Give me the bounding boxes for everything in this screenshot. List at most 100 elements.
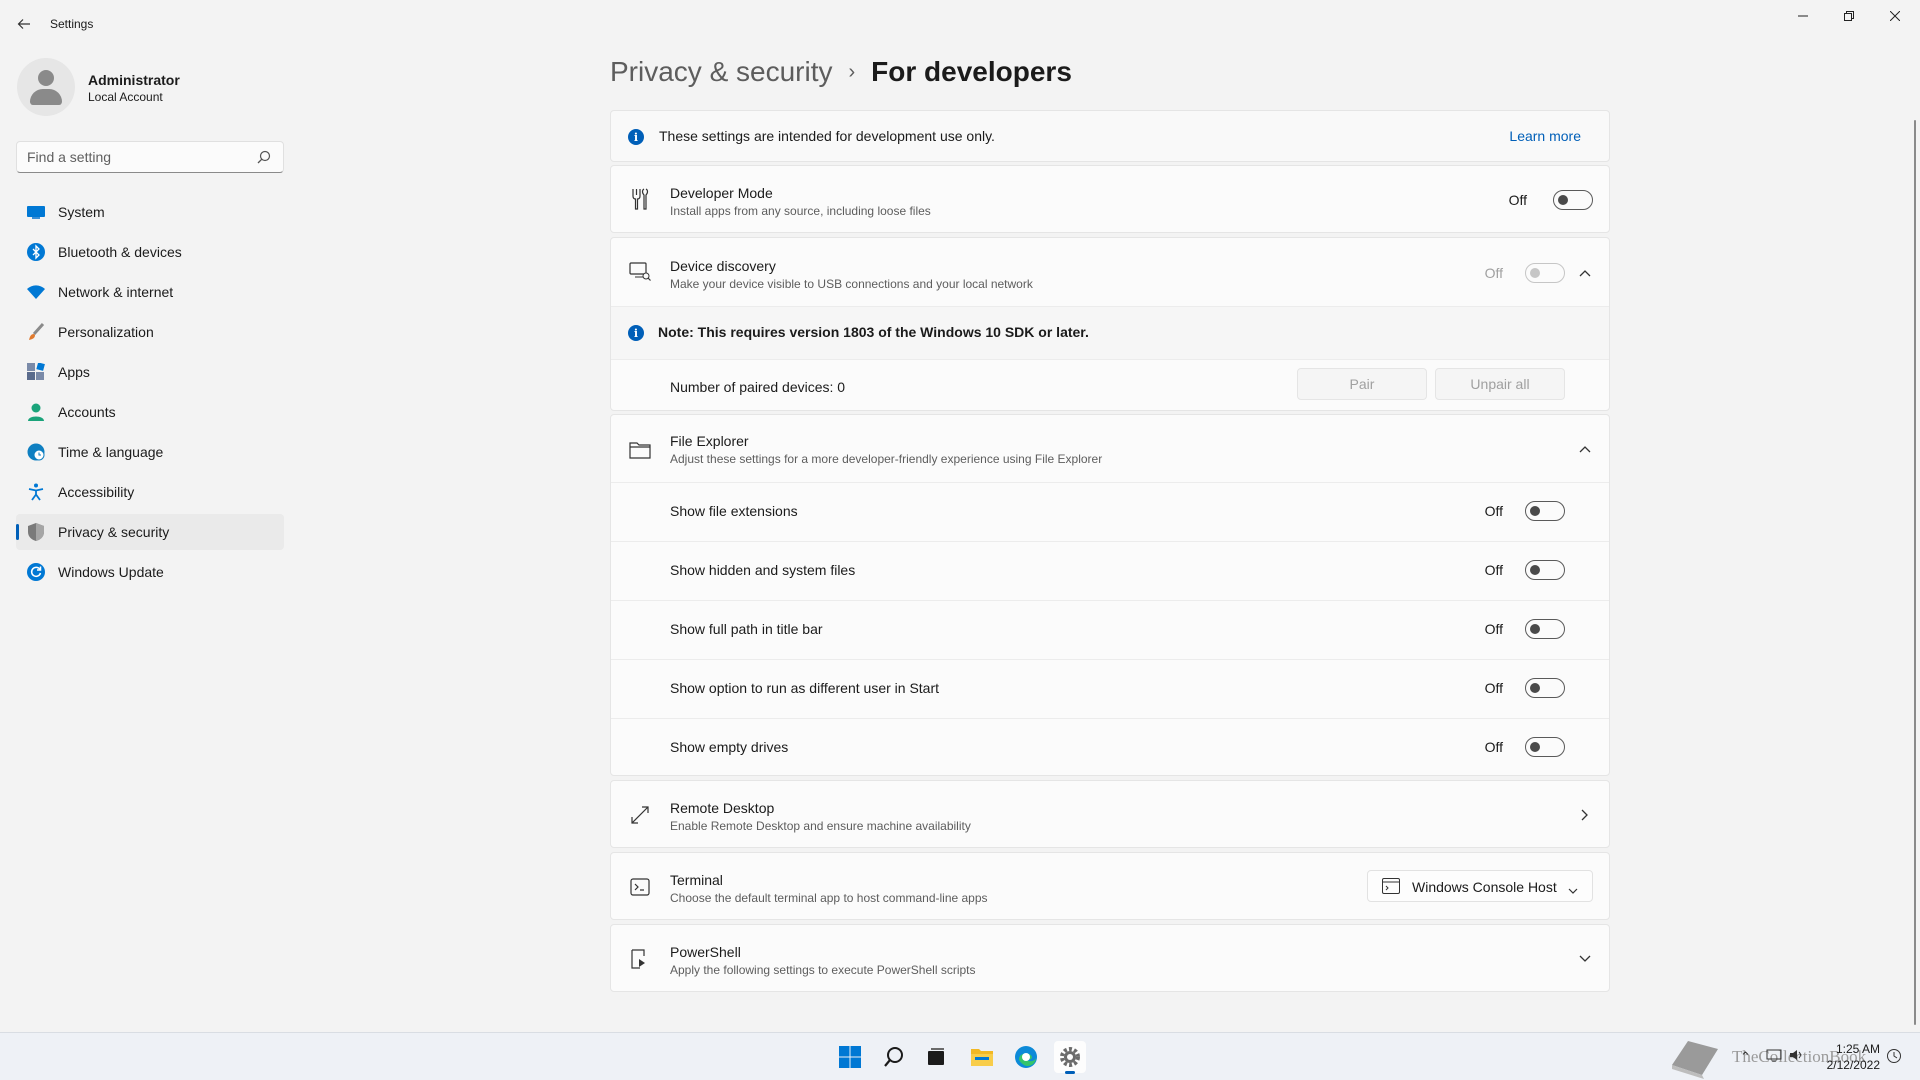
sidebar-item-label: Network & internet: [58, 284, 174, 300]
file-explorer-taskbar-button[interactable]: [966, 1041, 998, 1073]
file-explorer-option-row: Show option to run as different user in …: [611, 660, 1609, 718]
app-title: Settings: [50, 17, 94, 31]
minimize-icon: [1798, 15, 1808, 17]
device-discovery-card: Device discovery Make your device visibl…: [610, 237, 1610, 411]
chevron-up-icon[interactable]: [1577, 441, 1593, 457]
task-view-icon: [928, 1048, 944, 1065]
show-hidden-files-label: Show hidden and system files: [670, 562, 856, 578]
page-title: For developers: [871, 56, 1072, 87]
close-button[interactable]: [1872, 0, 1918, 32]
title-bar: Settings: [0, 0, 1920, 48]
sidebar-item-label: Privacy & security: [58, 524, 170, 540]
restore-button[interactable]: [1826, 0, 1872, 32]
file-explorer-subtitle: Adjust these settings for a more develop…: [670, 452, 1103, 466]
accessibility-icon: [27, 483, 45, 501]
sidebar-item-accounts[interactable]: Accounts: [16, 394, 284, 430]
scrollbar[interactable]: [1914, 120, 1916, 1025]
terminal-icon: [629, 876, 651, 898]
sidebar-item-network[interactable]: Network & internet: [16, 274, 284, 310]
breadcrumb-parent[interactable]: Privacy & security: [610, 56, 833, 88]
powershell-icon: [629, 948, 651, 970]
device-discovery-icon: [629, 261, 651, 283]
pair-button[interactable]: Pair: [1297, 368, 1427, 400]
folder-icon: [971, 1049, 993, 1066]
sidebar-item-label: Accounts: [58, 404, 116, 420]
search-input[interactable]: [17, 142, 247, 172]
edge-button[interactable]: [1010, 1041, 1042, 1073]
apps-icon: [27, 363, 45, 381]
system-clock[interactable]: 1:25 AM 2/12/2022: [1827, 1041, 1880, 1073]
start-button[interactable]: [834, 1041, 866, 1073]
user-profile[interactable]: Administrator Local Account: [17, 58, 277, 116]
sidebar-item-label: Apps: [58, 364, 90, 380]
developer-mode-title: Developer Mode: [670, 185, 773, 201]
shield-icon: [27, 523, 45, 541]
developer-tools-icon: [629, 188, 651, 210]
network-icon[interactable]: [1766, 1047, 1782, 1066]
device-discovery-state: Off: [1484, 265, 1503, 281]
chevron-down-icon: [1568, 882, 1578, 898]
show-hidden-files-toggle[interactable]: [1525, 560, 1565, 580]
restore-icon: [1844, 11, 1854, 21]
taskbar-search-button[interactable]: [878, 1041, 910, 1073]
clock-date: 2/12/2022: [1826, 1058, 1880, 1072]
sidebar-item-bluetooth[interactable]: Bluetooth & devices: [16, 234, 284, 270]
run-as-different-user-state: Off: [1484, 680, 1503, 696]
back-button[interactable]: [12, 12, 36, 36]
file-explorer-option-row: Show full path in title bar Off: [611, 601, 1609, 659]
task-view-button[interactable]: [920, 1041, 952, 1073]
file-explorer-option-row: Show empty drives Off: [611, 719, 1609, 776]
powershell-card[interactable]: PowerShell Apply the following settings …: [610, 924, 1610, 992]
windows-logo-icon: [839, 1046, 861, 1068]
show-full-path-label: Show full path in title bar: [670, 621, 823, 637]
settings-taskbar-button[interactable]: [1054, 1041, 1086, 1074]
paired-devices-count: Number of paired devices: 0: [670, 379, 846, 395]
device-discovery-toggle[interactable]: [1525, 263, 1565, 283]
console-window-icon: [1382, 878, 1400, 897]
show-file-extensions-state: Off: [1484, 503, 1503, 519]
chevron-down-icon[interactable]: [1577, 951, 1593, 967]
sidebar-item-time-language[interactable]: Time & language: [16, 434, 284, 470]
close-icon: [1890, 11, 1900, 21]
wifi-icon: [27, 283, 45, 301]
chevron-up-icon[interactable]: [1577, 265, 1593, 281]
sidebar-item-accessibility[interactable]: Accessibility: [16, 474, 284, 510]
sidebar-item-privacy-security[interactable]: Privacy & security: [16, 514, 284, 550]
profile-name: Administrator: [88, 72, 180, 88]
file-explorer-option-row: Show hidden and system files Off: [611, 542, 1609, 600]
sidebar-item-personalization[interactable]: Personalization: [16, 314, 284, 350]
chevron-right-icon[interactable]: [1577, 807, 1593, 823]
terminal-dropdown[interactable]: Windows Console Host: [1367, 870, 1593, 902]
show-hidden-files-state: Off: [1484, 562, 1503, 578]
show-hidden-icons-icon[interactable]: ⌃: [1740, 1049, 1751, 1065]
sidebar-item-apps[interactable]: Apps: [16, 354, 284, 390]
remote-desktop-card[interactable]: Remote Desktop Enable Remote Desktop and…: [610, 780, 1610, 848]
learn-more-link[interactable]: Learn more: [1509, 128, 1581, 144]
volume-icon[interactable]: [1788, 1047, 1804, 1066]
file-explorer-title: File Explorer: [670, 433, 749, 449]
show-full-path-state: Off: [1484, 621, 1503, 637]
avatar: [17, 58, 75, 116]
sidebar-item-windows-update[interactable]: Windows Update: [16, 554, 284, 590]
info-banner-text: These settings are intended for developm…: [659, 128, 995, 144]
minimize-button[interactable]: [1780, 0, 1826, 32]
show-file-extensions-toggle[interactable]: [1525, 501, 1565, 521]
show-full-path-toggle[interactable]: [1525, 619, 1565, 639]
search-icon: [884, 1047, 903, 1067]
search-box: [16, 141, 284, 173]
edge-icon: [1015, 1046, 1037, 1068]
info-icon: i: [628, 325, 644, 341]
search-icon[interactable]: [257, 150, 271, 164]
run-as-different-user-toggle[interactable]: [1525, 678, 1565, 698]
profile-account-type: Local Account: [88, 90, 163, 104]
unpair-all-button[interactable]: Unpair all: [1435, 368, 1565, 400]
terminal-card: Terminal Choose the default terminal app…: [610, 852, 1610, 920]
show-empty-drives-toggle[interactable]: [1525, 737, 1565, 757]
file-explorer-card: File Explorer Adjust these settings for …: [610, 414, 1610, 776]
developer-mode-state: Off: [1508, 192, 1527, 208]
notification-icon[interactable]: [1886, 1048, 1902, 1067]
sidebar-item-system[interactable]: System: [16, 194, 284, 230]
sidebar-item-label: Accessibility: [58, 484, 135, 500]
run-as-different-user-label: Show option to run as different user in …: [670, 680, 940, 696]
developer-mode-toggle[interactable]: [1553, 190, 1593, 210]
